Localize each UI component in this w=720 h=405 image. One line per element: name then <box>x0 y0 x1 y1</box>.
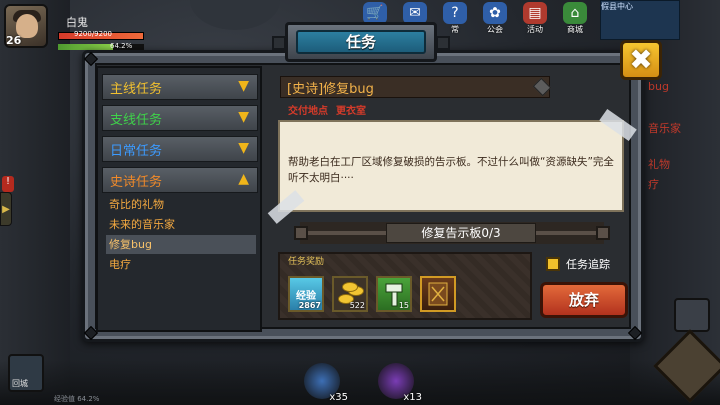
reward-coins[interactable]: 522 <box>332 276 368 312</box>
daily-icon: ? <box>443 2 467 24</box>
rail-end <box>294 226 308 240</box>
deliver-location: 交付地点 更衣室 <box>288 102 366 117</box>
bottom-info: 经验值 64.2% <box>54 395 100 403</box>
category-daily[interactable]: 日常任务 ▼ <box>102 136 258 162</box>
peek-text: 疗 <box>648 178 659 191</box>
quest-item[interactable]: 电疗 <box>106 255 256 274</box>
top-menu-guild[interactable]: ✿ 公会 <box>480 2 510 38</box>
deliver-value: 更衣室 <box>336 106 366 117</box>
skill-count: x35 <box>329 392 348 403</box>
alert-icon: ! <box>2 176 14 192</box>
shop-cart-icon: 🛒 <box>363 2 387 24</box>
top-menu-label: 活动 <box>527 25 543 34</box>
dialog-title: 任务 <box>296 30 426 54</box>
chevron-down-icon: ▼ <box>238 109 249 125</box>
player-hud[interactable]: 26 白鬼 9200/9200 64.2% <box>4 4 154 50</box>
player-name: 白鬼 <box>66 16 88 29</box>
skill-count: x13 <box>403 392 422 403</box>
title-wing <box>436 36 450 50</box>
chevron-down-icon: ▼ <box>238 78 249 94</box>
category-label: 主线任务 <box>110 81 163 97</box>
chevron-up-icon: ▲ <box>238 171 249 187</box>
return-city-label: 回城 <box>12 379 28 388</box>
guild-icon: ✿ <box>483 2 507 24</box>
track-checkbox[interactable] <box>546 257 560 271</box>
deliver-label: 交付地点 <box>288 106 328 117</box>
chevron-down-icon: ▼ <box>238 140 249 156</box>
category-label: 日常任务 <box>110 143 163 159</box>
category-label: 史诗任务 <box>110 174 163 190</box>
dialog-title-plate: 任务 <box>285 22 437 62</box>
event-icon: ▤ <box>523 2 547 24</box>
title-wing <box>272 36 286 50</box>
peek-text: bug <box>648 80 669 93</box>
book-icon <box>428 282 448 306</box>
peek-text: 礼物 <box>648 158 670 171</box>
progress-text: 修复告示板0/3 <box>386 223 536 243</box>
quest-description: 帮助老白在工厂区域修复破损的告示板。不过什么叫做“资源缺失”完全听不太明白···… <box>288 156 614 184</box>
quest-item-selected[interactable]: 修复bug <box>106 235 256 254</box>
top-menu-mall[interactable]: ⌂ 商城 <box>560 2 590 38</box>
skill-slot[interactable]: x13 <box>372 363 422 403</box>
top-menu-label: 商城 <box>567 25 583 34</box>
reward-count: 15 <box>398 301 409 310</box>
category-label: 支线任务 <box>110 112 163 128</box>
quest-description-paper: 帮助老白在工厂区域修复破损的告示板。不过什么叫做“资源缺失”完全听不太明白···… <box>278 120 624 212</box>
coin-icon <box>342 282 358 292</box>
track-label: 任务追踪 <box>566 258 610 271</box>
quest-track-toggle[interactable]: 任务追踪 <box>546 256 610 272</box>
side-expand-button[interactable]: ▶ <box>0 192 12 226</box>
reward-label: 任务奖励 <box>288 257 325 267</box>
quest-category-list: 主线任务 ▼ 支线任务 ▼ 日常任务 ▼ 史诗任务 ▲ 奇比的礼物 未来的音乐家… <box>96 66 262 332</box>
reward-count: 522 <box>349 301 365 310</box>
return-city-button[interactable]: 回城 <box>8 354 44 392</box>
reward-count: 2867 <box>298 301 321 310</box>
quest-progress: 修复告示板0/3 <box>294 222 610 244</box>
top-menu-label: 常 <box>451 25 459 34</box>
minimap[interactable]: 假县中心 <box>600 0 680 40</box>
category-side[interactable]: 支线任务 ▼ <box>102 105 258 131</box>
top-menu-event[interactable]: ▤ 活动 <box>520 2 550 38</box>
close-button[interactable]: ✖ <box>620 40 662 80</box>
rail-end <box>596 226 610 240</box>
reward-exp[interactable]: 经验 2867 <box>288 276 324 312</box>
gift-icon: ✉ <box>403 2 427 24</box>
hp-text: 9200/9200 <box>74 30 112 38</box>
reward-panel: 任务奖励 经验 2867 522 15 <box>278 252 532 320</box>
player-level: 26 <box>6 34 22 47</box>
scene-floor <box>0 360 720 405</box>
bag-button[interactable] <box>674 298 710 332</box>
minimap-label: 假县中心 <box>601 2 633 11</box>
quest-title: [史诗]修复bug <box>280 76 550 98</box>
abandon-button[interactable]: 放弃 <box>540 282 628 318</box>
top-menu-daily[interactable]: ? 常 <box>440 2 470 38</box>
quest-item[interactable]: 奇比的礼物 <box>106 195 256 214</box>
category-main[interactable]: 主线任务 ▼ <box>102 74 258 100</box>
top-menu-label: 公会 <box>487 25 503 34</box>
reward-book[interactable] <box>420 276 456 312</box>
reward-hammer[interactable]: 15 <box>376 276 412 312</box>
category-epic[interactable]: 史诗任务 ▲ <box>102 167 258 193</box>
mall-icon: ⌂ <box>563 2 587 24</box>
close-icon: ✖ <box>629 43 653 76</box>
skill-slot[interactable]: x35 <box>298 363 348 403</box>
peek-text: 音乐家 <box>648 122 681 135</box>
exp-text: 64.2% <box>110 42 133 50</box>
quest-item[interactable]: 未来的音乐家 <box>106 215 256 234</box>
exp-icon-label: 经验 <box>296 290 316 302</box>
